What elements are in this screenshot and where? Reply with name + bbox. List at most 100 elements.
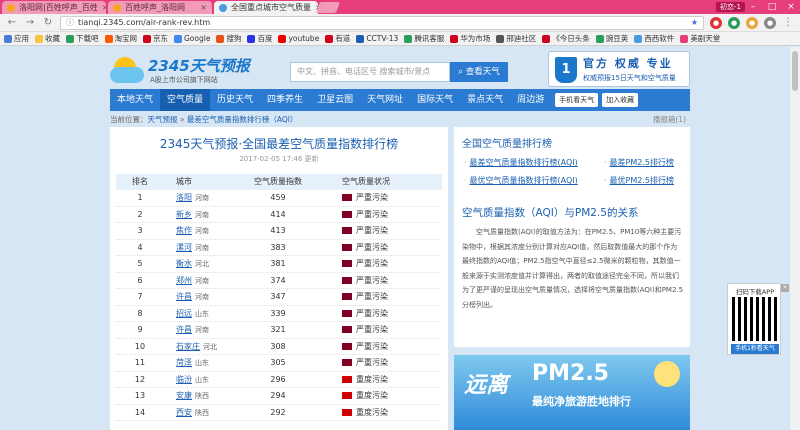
bookmark-item[interactable]: 邢迪社区 <box>496 33 536 44</box>
nav-item[interactable]: 四季养生 <box>260 89 310 111</box>
bookmark-item[interactable]: 华为市场 <box>450 33 490 44</box>
aqi-pm25-heading: 空气质量指数（AQI）与PM2.5的关系 <box>462 207 639 219</box>
page-scrollbar[interactable] <box>790 47 800 430</box>
city-link[interactable]: 洛阳 <box>176 193 192 202</box>
side-link-best-aqi[interactable]: 最优空气质量指数排行榜(AQI) <box>464 175 578 186</box>
user-profile-badge[interactable]: 初恋-1 <box>716 2 745 12</box>
bookmark-label: 西西软件 <box>644 34 675 43</box>
site-logo[interactable]: 2345天气预报 A股上市公司旗下网站 <box>110 53 270 87</box>
bookmark-favicon-icon <box>595 34 604 43</box>
breadcrumb-current-link[interactable]: 最差空气质量指数排行榜（AQI） <box>187 115 298 124</box>
city-link[interactable]: 漯河 <box>176 243 192 252</box>
side-link-worst-pm25[interactable]: 最差PM2.5排行榜 <box>604 157 674 168</box>
extension-icon[interactable]: ● <box>764 16 776 29</box>
bookmark-item[interactable]: 美剧天堂 <box>680 33 720 44</box>
city-link[interactable]: 招远 <box>176 309 192 318</box>
city-link[interactable]: 衡水 <box>176 259 192 268</box>
tab-close-icon[interactable]: × <box>196 3 207 12</box>
menu-icon[interactable]: ⋮ <box>782 17 794 28</box>
minimize-icon[interactable]: – <box>744 0 762 14</box>
mobile-weather-button[interactable]: 手机看天气 <box>555 93 599 107</box>
nav-item[interactable]: 天气网址 <box>360 89 410 111</box>
bookmark-item[interactable]: 京东 <box>143 33 168 44</box>
browser-tab-active[interactable]: 全国重点城市空气质量 × <box>214 1 318 14</box>
table-row: 4 漯河 河南 383 严重污染 <box>116 240 442 256</box>
bookmark-item[interactable]: Google <box>174 34 210 43</box>
city-link[interactable]: 安康 <box>176 391 192 400</box>
bookmark-item[interactable]: 应用 <box>4 33 29 44</box>
bookmark-favicon-icon <box>634 34 643 43</box>
add-favorite-button[interactable]: 加入收藏 <box>602 93 639 107</box>
browser-tab[interactable]: 百姓呼声_洛阳网 × <box>108 1 212 14</box>
bookmark-item[interactable]: 有道 <box>325 33 350 44</box>
extension-icon[interactable]: ● <box>746 16 758 29</box>
bookmark-item[interactable]: 豌豆荚 <box>595 33 628 44</box>
bookmark-item[interactable]: youtube <box>278 34 319 43</box>
ranking-title: 2345天气预报·全国最差空气质量指数排行榜 <box>159 137 399 151</box>
bookmark-item[interactable]: 西西软件 <box>634 33 674 44</box>
broadcast-box-link[interactable]: 播报箱(1) <box>653 113 686 127</box>
app-qr-widget[interactable]: 扫码下载APP 手机1秒看天气 <box>727 283 781 355</box>
bookmark-item[interactable]: 下载吧 <box>66 33 99 44</box>
bookmark-item[interactable]: 《今日头条 <box>542 33 590 44</box>
bookmark-item[interactable]: CCTV-13 <box>356 34 398 43</box>
nav-item[interactable]: 本地天气 <box>110 89 160 111</box>
bookmark-item[interactable]: 腾讯客服 <box>404 33 444 44</box>
city-link[interactable]: 焦作 <box>176 226 192 235</box>
city-search-input[interactable]: 中文、拼音、电话区号 搜索城市/景点 <box>290 62 450 82</box>
city-link[interactable]: 临汾 <box>176 375 192 384</box>
page-info-icon[interactable]: ⓘ <box>66 17 74 28</box>
province-label: 河南 <box>195 227 209 235</box>
aqi-cell: 305 <box>270 358 286 367</box>
bookmark-star-icon[interactable]: ★ <box>691 18 698 27</box>
back-icon[interactable]: ← <box>6 17 18 28</box>
bookmark-favicon-icon <box>4 34 12 43</box>
bookmark-item[interactable]: 收藏 <box>35 33 60 44</box>
extension-icon[interactable]: ● <box>710 16 722 29</box>
maximize-icon[interactable]: □ <box>763 0 781 14</box>
nav-item[interactable]: 卫星云图 <box>310 89 360 111</box>
table-row: 8 招远 山东 339 严重污染 <box>116 306 442 322</box>
bookmark-label: youtube <box>288 34 320 43</box>
forward-icon[interactable]: → <box>24 17 36 28</box>
bookmark-item[interactable]: 搜狗 <box>216 33 241 44</box>
breadcrumb-home-link[interactable]: 天气预报 <box>148 115 178 124</box>
city-link[interactable]: 许昌 <box>176 325 192 334</box>
extension-icon[interactable]: ● <box>728 16 740 29</box>
rank-cell: 9 <box>137 325 143 334</box>
close-window-icon[interactable]: × <box>782 0 800 14</box>
city-link[interactable]: 新乡 <box>176 210 192 219</box>
table-row: 3 焦作 河南 413 严重污染 <box>116 223 442 240</box>
city-link[interactable]: 西安 <box>176 408 192 417</box>
status-text: 重度污染 <box>356 407 388 417</box>
nav-item[interactable]: 景点天气 <box>460 89 510 111</box>
nav-item[interactable]: 历史天气 <box>210 89 260 111</box>
city-link[interactable]: 石家庄 <box>176 342 200 351</box>
qr-code-icon <box>732 297 778 341</box>
tab-title: 洛阳网|百姓呼声_百姓 <box>19 3 98 12</box>
city-link[interactable]: 许昌 <box>176 292 192 301</box>
city-link[interactable]: 菏泽 <box>176 358 192 367</box>
side-link-best-pm25[interactable]: 最优PM2.5排行榜 <box>604 175 674 186</box>
city-link[interactable]: 郑州 <box>176 276 192 285</box>
url-input[interactable]: ⓘ tianqi.2345.com/air-rank-rev.htm ★ <box>60 15 704 30</box>
browser-tab[interactable]: 洛阳网|百姓呼声_百姓 × <box>2 1 106 14</box>
pm25-travel-banner[interactable]: 远离 PM2.5 最纯净旅游胜地排行 <box>454 355 690 430</box>
bookmark-item[interactable]: 淘宝网 <box>104 33 137 44</box>
bookmark-favicon-icon <box>680 34 689 43</box>
tab-close-icon[interactable]: × <box>98 3 106 12</box>
side-link-worst-aqi[interactable]: 最差空气质量指数排行榜(AQI) <box>464 157 578 168</box>
status-text: 严重污染 <box>356 275 388 285</box>
bookmark-item[interactable]: 百度 <box>247 33 272 44</box>
new-tab-button[interactable] <box>315 2 341 13</box>
nav-item[interactable]: 周边游 <box>510 89 551 111</box>
search-weather-button[interactable]: ⌕ 查看天气 <box>450 62 508 82</box>
nav-item[interactable]: 空气质量 <box>160 89 211 111</box>
reload-icon[interactable]: ↻ <box>42 17 54 28</box>
rank-cell: 3 <box>137 226 143 235</box>
scrollbar-thumb[interactable] <box>792 51 798 91</box>
nav-item[interactable]: 国际天气 <box>410 89 460 111</box>
aqi-level-swatch <box>342 408 352 416</box>
qr-close-icon[interactable]: × <box>781 284 789 292</box>
city-cell: 新乡 河南 <box>164 207 234 223</box>
